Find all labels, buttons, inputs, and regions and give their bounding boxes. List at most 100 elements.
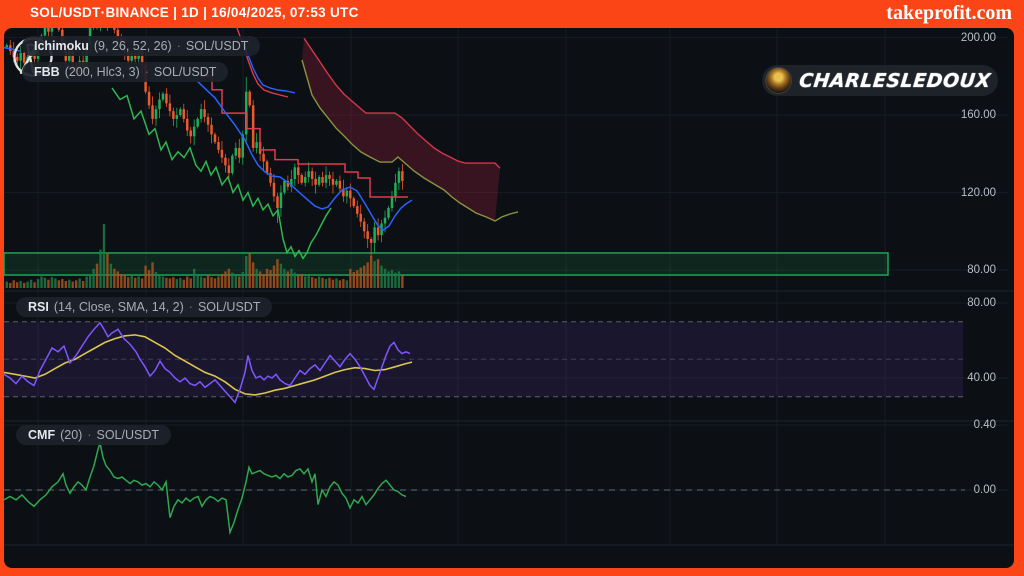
volume-bar (377, 259, 379, 288)
candle-body (203, 109, 206, 117)
volume-bar (207, 275, 209, 288)
volume-bar (391, 270, 393, 288)
indicator-params: (200, Hlc3, 3) (65, 65, 140, 79)
volume-bar (363, 266, 365, 288)
candle-body (332, 179, 335, 185)
volume-bar (342, 279, 344, 288)
candle-body (280, 193, 283, 209)
candle-body (314, 179, 317, 185)
indicator-symbol: SOL/USDT (198, 300, 261, 314)
volume-bar (283, 269, 285, 288)
indicator-label-ichimoku[interactable]: Ichimoku (9, 26, 52, 26) · SOL/USDT (22, 36, 260, 56)
volume-bar (155, 272, 157, 288)
candle-body (252, 105, 255, 148)
volume-bar (387, 271, 389, 288)
indicator-label-cmf[interactable]: CMF (20) · SOL/USDT (16, 425, 171, 445)
volume-bar (58, 280, 60, 288)
volume-bar (124, 275, 126, 288)
candle-body (189, 131, 192, 137)
candle-body (273, 183, 276, 197)
volume-bar (44, 278, 46, 288)
volume-bar (380, 266, 382, 288)
volume-bar (203, 278, 205, 288)
volume-bar (16, 282, 18, 288)
volume-bar (290, 269, 292, 288)
candle-body (321, 177, 324, 183)
volume-bar (321, 278, 323, 288)
volume-bar (401, 275, 403, 288)
candle-body (353, 198, 356, 206)
candle-body (155, 109, 158, 119)
volume-bar (245, 256, 247, 288)
volume-bar (179, 278, 181, 288)
candle-body (363, 222, 366, 232)
candle-body (238, 148, 241, 158)
candle-body (366, 231, 369, 239)
chart-shell: Ichimoku (9, 26, 52, 26) · SOL/USDT FBB … (4, 28, 1014, 568)
volume-bar (200, 276, 202, 288)
volume-bar (307, 275, 309, 288)
indicator-label-fbb[interactable]: FBB (200, Hlc3, 3) · SOL/USDT (22, 62, 228, 82)
separator-dot: · (145, 65, 149, 79)
volume-bar (82, 281, 84, 288)
support-zone-box (4, 253, 888, 275)
top-banner: SOL/USDT·BINANCE | 1D | 16/04/2025, 07:5… (0, 0, 1024, 28)
volume-bar (370, 256, 372, 288)
candle-body (248, 92, 251, 106)
volume-bar (144, 266, 146, 288)
volume-bar (304, 276, 306, 288)
chart-title: SOL/USDT·BINANCE | 1D | 16/04/2025, 07:5… (30, 5, 359, 20)
volume-bar (137, 276, 139, 288)
volume-bar (33, 282, 35, 288)
volume-bar (255, 269, 257, 288)
volume-bar (169, 278, 171, 288)
volume-bar (92, 269, 94, 288)
volume-bar (394, 273, 396, 288)
volume-bar (120, 274, 122, 288)
volume-bar (127, 277, 129, 288)
volume-bar (325, 279, 327, 288)
volume-bar (273, 266, 275, 288)
volume-bar (106, 253, 108, 288)
candle-body (228, 165, 231, 173)
volume-bar (40, 276, 42, 288)
volume-bar (26, 282, 28, 288)
candle-body (384, 218, 387, 224)
candle-body (394, 183, 397, 197)
volume-bar (148, 270, 150, 288)
rsi-axis-label: 40.00 (967, 372, 996, 384)
candle-body (262, 154, 265, 162)
candle-body (210, 125, 213, 135)
volume-bar (328, 278, 330, 288)
separator-dot: · (189, 300, 193, 314)
volume-bar (269, 270, 271, 288)
volume-bar (103, 224, 105, 288)
volume-bar (19, 281, 21, 288)
candle-body (307, 171, 310, 177)
volume-bar (196, 274, 198, 288)
candle-body (304, 177, 307, 183)
candle-body (377, 227, 380, 235)
separator-dot: · (87, 428, 91, 442)
volume-bar (162, 276, 164, 288)
candle-body (235, 148, 238, 156)
candle-body (297, 167, 300, 175)
candle-body (370, 239, 373, 243)
volume-bar (89, 274, 91, 288)
indicator-label-rsi[interactable]: RSI (14, Close, SMA, 14, 2) · SOL/USDT (16, 297, 272, 317)
rsi-axis-label: 80.00 (967, 297, 996, 309)
candle-body (335, 181, 338, 185)
candle-body (276, 196, 279, 208)
volume-bar (151, 262, 153, 288)
volume-bar (217, 276, 219, 288)
volume-bar (339, 280, 341, 288)
volume-bar (384, 269, 386, 288)
volume-bar (214, 278, 216, 288)
candle-body (196, 119, 199, 127)
volume-bar (242, 272, 244, 288)
candle-body (193, 127, 196, 137)
candle-body (158, 100, 161, 110)
candle-body (221, 150, 224, 158)
candle-body (207, 117, 210, 125)
candle-body (179, 109, 182, 115)
